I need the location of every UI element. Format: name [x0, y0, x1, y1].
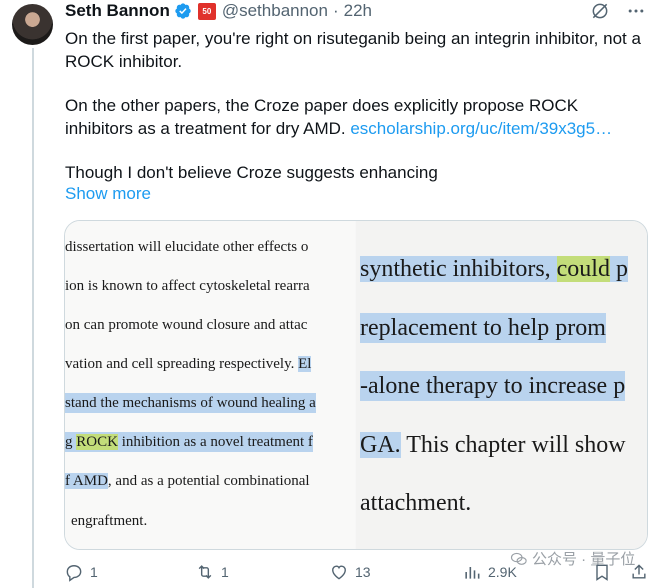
- left-line-6: g ROCK inhibition as a novel treatment f: [65, 432, 313, 452]
- share-icon: [632, 564, 646, 579]
- reply-icon: [66, 565, 82, 582]
- verified-badge-icon: [174, 2, 192, 20]
- bookmark-button[interactable]: [592, 562, 612, 582]
- left-line-1: dissertation will elucidate other effect…: [65, 239, 309, 255]
- escholarship-link[interactable]: escholarship.org/uc/item/39x3g5…: [350, 119, 612, 138]
- like-count: 13: [355, 564, 371, 580]
- right-line-4: GA. This chapter will show: [360, 432, 626, 458]
- left-line-8: engraftment.: [71, 513, 148, 529]
- attached-image[interactable]: dissertation will elucidate other effect…: [64, 220, 648, 550]
- left-line-5: stand the mechanisms of wound healing a: [65, 393, 316, 413]
- reply-count: 1: [90, 564, 98, 580]
- heart-icon: [332, 565, 346, 580]
- tweet-paragraph-1: On the first paper, you're right on risu…: [65, 29, 641, 71]
- show-more-link[interactable]: Show more: [65, 184, 151, 204]
- affiliate-badge-icon: 50: [197, 2, 216, 20]
- repost-count: 1: [221, 564, 229, 580]
- reply-button[interactable]: 1: [64, 562, 98, 582]
- right-document-excerpt: synthetic inhibitors, could p replacemen…: [356, 221, 647, 549]
- separator-dot: ·: [332, 1, 339, 20]
- right-line-1: synthetic inhibitors, could p: [360, 256, 628, 282]
- left-line-7: f AMD, and as a potential combinational: [65, 473, 310, 489]
- share-button[interactable]: [629, 562, 649, 582]
- tweet-actions: 1 1 13 2.9K: [64, 562, 654, 584]
- author-handle[interactable]: @sethbannon: [222, 1, 328, 21]
- avatar[interactable]: [12, 4, 53, 45]
- top-right-actions: [590, 0, 646, 22]
- tweet-header: Seth Bannon 50 @sethbannon · 22h: [65, 0, 372, 22]
- grok-icon[interactable]: [590, 1, 610, 21]
- like-button[interactable]: 13: [329, 562, 371, 582]
- right-line-2: replacement to help prom: [360, 313, 606, 343]
- tweet-text: On the first paper, you're right on risu…: [65, 28, 650, 185]
- views-chart-icon: [465, 567, 480, 579]
- more-options-icon[interactable]: [626, 1, 646, 21]
- repost-button[interactable]: 1: [195, 562, 229, 582]
- tweet-paragraph-2: On the other papers, the Croze paper doe…: [65, 95, 650, 140]
- left-line-4: vation and cell spreading respectively. …: [65, 356, 312, 372]
- repost-icon: [198, 565, 212, 579]
- bookmark-icon: [596, 564, 608, 581]
- left-document-excerpt: dissertation will elucidate other effect…: [65, 221, 355, 549]
- tweet-paragraph-3: Though I don't believe Croze suggests en…: [65, 163, 438, 182]
- right-line-5: attachment.: [360, 490, 472, 516]
- author-name[interactable]: Seth Bannon: [65, 1, 170, 21]
- left-line-3: on can promote wound closure and attac: [65, 317, 308, 333]
- thread-line: [32, 48, 34, 588]
- views-count: 2.9K: [488, 564, 517, 580]
- tweet-time[interactable]: 22h: [344, 1, 372, 21]
- right-line-3: -alone therapy to increase p: [360, 371, 626, 401]
- views-button[interactable]: 2.9K: [462, 562, 517, 582]
- left-line-2: ion is known to affect cytoskeletal rear…: [65, 278, 310, 294]
